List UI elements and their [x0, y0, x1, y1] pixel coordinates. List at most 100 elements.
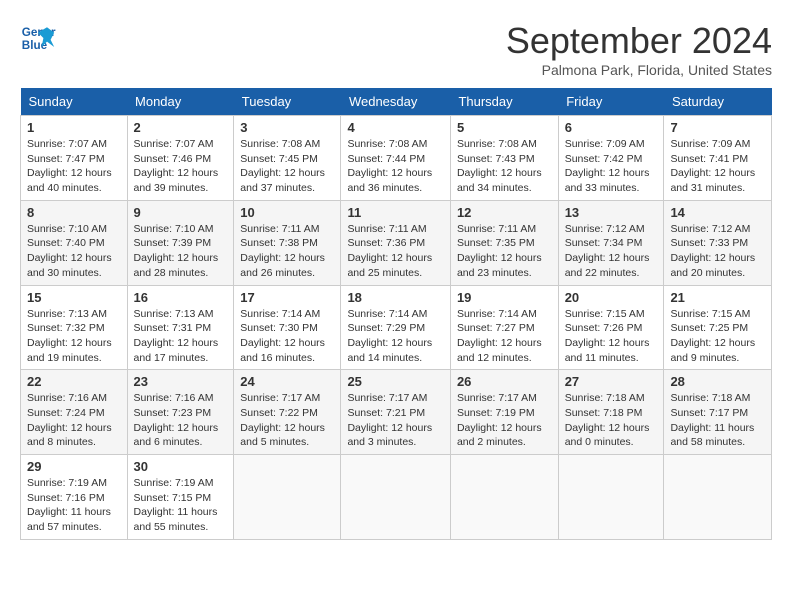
day-cell: 29 Sunrise: 7:19 AM Sunset: 7:16 PM Dayli…: [21, 455, 128, 540]
day-info: Sunrise: 7:14 AM Sunset: 7:29 PM Dayligh…: [347, 307, 444, 366]
day-number: 27: [565, 374, 658, 389]
day-cell: 6Sunrise: 7:09 AM Sunset: 7:42 PM Daylig…: [558, 116, 664, 201]
day-number: 30: [134, 459, 228, 474]
day-cell: [341, 455, 451, 540]
week-row-1: 1Sunrise: 7:07 AM Sunset: 7:47 PM Daylig…: [21, 116, 772, 201]
day-number: 18: [347, 290, 444, 305]
day-cell: 14 Sunrise: 7:12 AM Sunset: 7:33 PM Dayli…: [664, 200, 772, 285]
day-number: 9: [134, 205, 228, 220]
day-number: 29: [27, 459, 121, 474]
day-number: 14: [670, 205, 765, 220]
day-info: Sunrise: 7:10 AM Sunset: 7:40 PM Dayligh…: [27, 222, 121, 281]
day-number: 17: [240, 290, 334, 305]
month-title: September 2024: [506, 20, 772, 62]
day-info: Sunrise: 7:11 AM Sunset: 7:36 PM Dayligh…: [347, 222, 444, 281]
day-info: Sunrise: 7:10 AM Sunset: 7:39 PM Dayligh…: [134, 222, 228, 281]
day-number: 20: [565, 290, 658, 305]
day-cell: 20 Sunrise: 7:15 AM Sunset: 7:26 PM Dayli…: [558, 285, 664, 370]
day-info: Sunrise: 7:17 AM Sunset: 7:22 PM Dayligh…: [240, 391, 334, 450]
day-number: 5: [457, 120, 552, 135]
day-number: 16: [134, 290, 228, 305]
day-number: 11: [347, 205, 444, 220]
day-info: Sunrise: 7:16 AM Sunset: 7:24 PM Dayligh…: [27, 391, 121, 450]
day-cell: 10 Sunrise: 7:11 AM Sunset: 7:38 PM Dayli…: [234, 200, 341, 285]
day-number: 21: [670, 290, 765, 305]
day-info: Sunrise: 7:12 AM Sunset: 7:33 PM Dayligh…: [670, 222, 765, 281]
day-cell: 23 Sunrise: 7:16 AM Sunset: 7:23 PM Dayli…: [127, 370, 234, 455]
day-info: Sunrise: 7:13 AM Sunset: 7:32 PM Dayligh…: [27, 307, 121, 366]
calendar-body: 1Sunrise: 7:07 AM Sunset: 7:47 PM Daylig…: [21, 116, 772, 540]
day-number: 10: [240, 205, 334, 220]
day-cell: 1Sunrise: 7:07 AM Sunset: 7:47 PM Daylig…: [21, 116, 128, 201]
day-cell: 9 Sunrise: 7:10 AM Sunset: 7:39 PM Daylig…: [127, 200, 234, 285]
day-cell: 17 Sunrise: 7:14 AM Sunset: 7:30 PM Dayli…: [234, 285, 341, 370]
day-number: 4: [347, 120, 444, 135]
day-info: Sunrise: 7:13 AM Sunset: 7:31 PM Dayligh…: [134, 307, 228, 366]
day-cell: 4 Sunrise: 7:08 AM Sunset: 7:44 PM Daylig…: [341, 116, 451, 201]
day-info: Sunrise: 7:09 AM Sunset: 7:42 PM Dayligh…: [565, 137, 658, 196]
week-row-4: 22 Sunrise: 7:16 AM Sunset: 7:24 PM Dayli…: [21, 370, 772, 455]
day-number: 28: [670, 374, 765, 389]
day-cell: 22 Sunrise: 7:16 AM Sunset: 7:24 PM Dayli…: [21, 370, 128, 455]
weekday-tuesday: Tuesday: [234, 88, 341, 116]
weekday-wednesday: Wednesday: [341, 88, 451, 116]
day-info: Sunrise: 7:16 AM Sunset: 7:23 PM Dayligh…: [134, 391, 228, 450]
day-info: Sunrise: 7:08 AM Sunset: 7:44 PM Dayligh…: [347, 137, 444, 196]
week-row-2: 8Sunrise: 7:10 AM Sunset: 7:40 PM Daylig…: [21, 200, 772, 285]
day-info: Sunrise: 7:11 AM Sunset: 7:35 PM Dayligh…: [457, 222, 552, 281]
day-cell: 30 Sunrise: 7:19 AM Sunset: 7:15 PM Dayli…: [127, 455, 234, 540]
day-cell: 18 Sunrise: 7:14 AM Sunset: 7:29 PM Dayli…: [341, 285, 451, 370]
day-cell: 8Sunrise: 7:10 AM Sunset: 7:40 PM Daylig…: [21, 200, 128, 285]
day-info: Sunrise: 7:12 AM Sunset: 7:34 PM Dayligh…: [565, 222, 658, 281]
day-cell: 19 Sunrise: 7:14 AM Sunset: 7:27 PM Dayli…: [450, 285, 558, 370]
day-cell: 24Sunrise: 7:17 AM Sunset: 7:22 PM Dayli…: [234, 370, 341, 455]
day-info: Sunrise: 7:15 AM Sunset: 7:25 PM Dayligh…: [670, 307, 765, 366]
calendar-table: SundayMondayTuesdayWednesdayThursdayFrid…: [20, 88, 772, 540]
title-area: September 2024 Palmona Park, Florida, Un…: [506, 20, 772, 78]
day-cell: 27 Sunrise: 7:18 AM Sunset: 7:18 PM Dayli…: [558, 370, 664, 455]
day-number: 3: [240, 120, 334, 135]
day-number: 15: [27, 290, 121, 305]
weekday-sunday: Sunday: [21, 88, 128, 116]
day-info: Sunrise: 7:18 AM Sunset: 7:17 PM Dayligh…: [670, 391, 765, 450]
day-info: Sunrise: 7:19 AM Sunset: 7:15 PM Dayligh…: [134, 476, 228, 535]
day-info: Sunrise: 7:14 AM Sunset: 7:30 PM Dayligh…: [240, 307, 334, 366]
day-cell: 28 Sunrise: 7:18 AM Sunset: 7:17 PM Dayli…: [664, 370, 772, 455]
day-info: Sunrise: 7:19 AM Sunset: 7:16 PM Dayligh…: [27, 476, 121, 535]
day-info: Sunrise: 7:11 AM Sunset: 7:38 PM Dayligh…: [240, 222, 334, 281]
week-row-5: 29 Sunrise: 7:19 AM Sunset: 7:16 PM Dayli…: [21, 455, 772, 540]
day-cell: 7Sunrise: 7:09 AM Sunset: 7:41 PM Daylig…: [664, 116, 772, 201]
day-info: Sunrise: 7:07 AM Sunset: 7:46 PM Dayligh…: [134, 137, 228, 196]
day-cell: 25Sunrise: 7:17 AM Sunset: 7:21 PM Dayli…: [341, 370, 451, 455]
day-cell: 16 Sunrise: 7:13 AM Sunset: 7:31 PM Dayli…: [127, 285, 234, 370]
weekday-header-row: SundayMondayTuesdayWednesdayThursdayFrid…: [21, 88, 772, 116]
day-info: Sunrise: 7:17 AM Sunset: 7:21 PM Dayligh…: [347, 391, 444, 450]
day-cell: [664, 455, 772, 540]
day-cell: 5 Sunrise: 7:08 AM Sunset: 7:43 PM Daylig…: [450, 116, 558, 201]
day-number: 19: [457, 290, 552, 305]
day-info: Sunrise: 7:08 AM Sunset: 7:43 PM Dayligh…: [457, 137, 552, 196]
weekday-thursday: Thursday: [450, 88, 558, 116]
day-cell: 3 Sunrise: 7:08 AM Sunset: 7:45 PM Daylig…: [234, 116, 341, 201]
location: Palmona Park, Florida, United States: [506, 62, 772, 78]
week-row-3: 15 Sunrise: 7:13 AM Sunset: 7:32 PM Dayli…: [21, 285, 772, 370]
day-cell: 13Sunrise: 7:12 AM Sunset: 7:34 PM Dayli…: [558, 200, 664, 285]
day-info: Sunrise: 7:18 AM Sunset: 7:18 PM Dayligh…: [565, 391, 658, 450]
day-info: Sunrise: 7:09 AM Sunset: 7:41 PM Dayligh…: [670, 137, 765, 196]
logo: General Blue: [20, 20, 56, 56]
day-cell: [558, 455, 664, 540]
day-cell: 21 Sunrise: 7:15 AM Sunset: 7:25 PM Dayli…: [664, 285, 772, 370]
day-number: 22: [27, 374, 121, 389]
day-info: Sunrise: 7:07 AM Sunset: 7:47 PM Dayligh…: [27, 137, 121, 196]
day-number: 2: [134, 120, 228, 135]
day-cell: 12Sunrise: 7:11 AM Sunset: 7:35 PM Dayli…: [450, 200, 558, 285]
day-info: Sunrise: 7:14 AM Sunset: 7:27 PM Dayligh…: [457, 307, 552, 366]
day-cell: [234, 455, 341, 540]
day-info: Sunrise: 7:15 AM Sunset: 7:26 PM Dayligh…: [565, 307, 658, 366]
day-info: Sunrise: 7:08 AM Sunset: 7:45 PM Dayligh…: [240, 137, 334, 196]
logo-icon: General Blue: [20, 20, 56, 56]
day-cell: 11 Sunrise: 7:11 AM Sunset: 7:36 PM Dayli…: [341, 200, 451, 285]
weekday-saturday: Saturday: [664, 88, 772, 116]
day-number: 23: [134, 374, 228, 389]
day-cell: 2 Sunrise: 7:07 AM Sunset: 7:46 PM Daylig…: [127, 116, 234, 201]
